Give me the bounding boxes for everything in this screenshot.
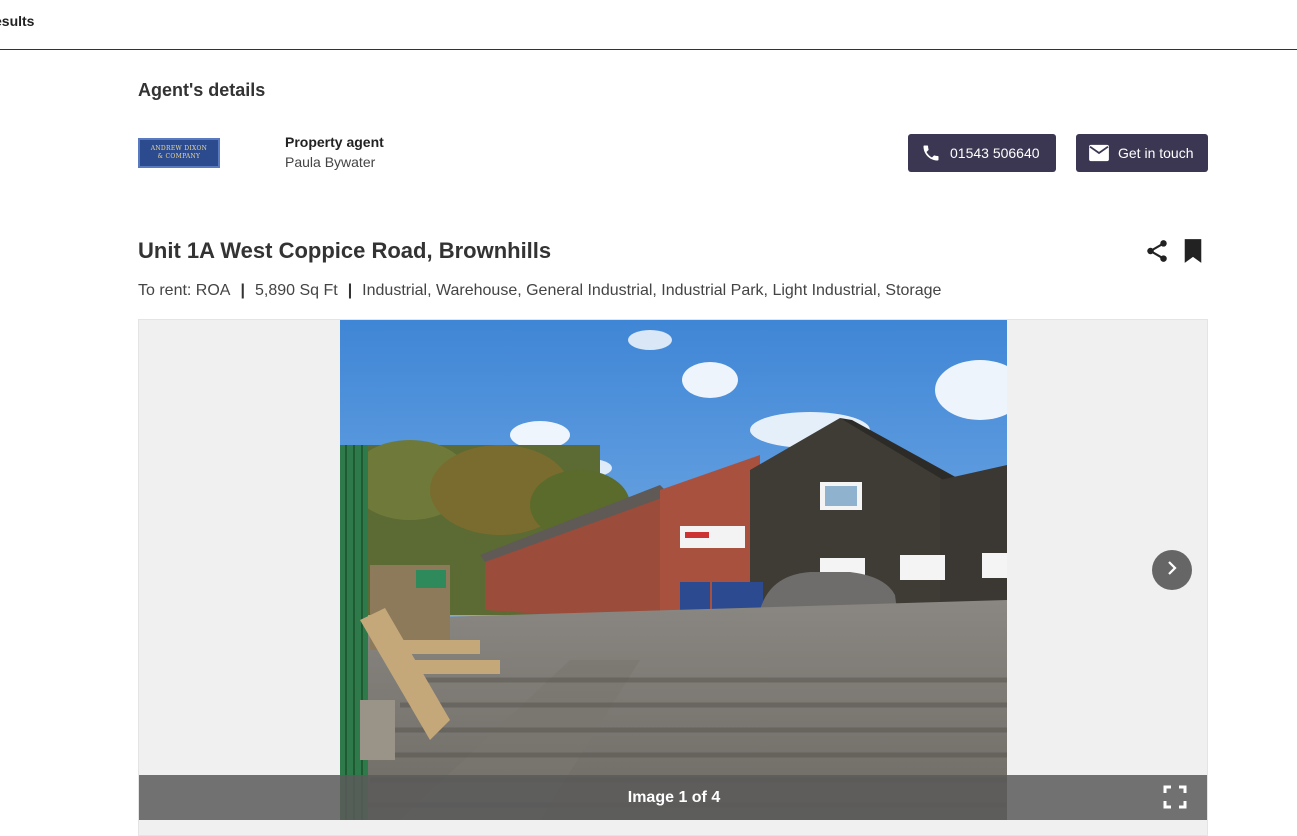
image-caption-bar: Image 1 of 4 xyxy=(139,775,1207,820)
listing-meta: To rent: ROA | 5,890 Sq Ft | Industrial,… xyxy=(138,282,941,300)
agent-name: Paula Bywater xyxy=(285,154,376,170)
fullscreen-icon[interactable] xyxy=(1163,785,1187,809)
image-gallery: Image 1 of 4 xyxy=(138,319,1208,836)
listing-price: To rent: ROA xyxy=(138,282,231,299)
get-in-touch-button[interactable]: Get in touch xyxy=(1076,134,1208,172)
chevron-right-icon xyxy=(1163,559,1181,582)
agent-logo[interactable]: ANDREW DIXON & COMPANY xyxy=(138,138,220,168)
listing-types: Industrial, Warehouse, General Industria… xyxy=(362,282,942,299)
top-bar: esults xyxy=(0,0,1297,50)
agent-role: Property agent xyxy=(285,134,384,150)
image-counter: Image 1 of 4 xyxy=(627,788,721,806)
meta-separator: | xyxy=(347,282,353,299)
next-image-button[interactable] xyxy=(1152,550,1192,590)
listing-title: Unit 1A West Coppice Road, Brownhills xyxy=(138,238,552,263)
get-in-touch-label: Get in touch xyxy=(1118,145,1194,161)
back-to-results-link[interactable]: esults xyxy=(0,13,34,29)
mail-icon xyxy=(1088,142,1110,164)
meta-separator: | xyxy=(240,282,245,299)
call-agent-label: 01543 506640 xyxy=(950,145,1040,161)
phone-icon xyxy=(920,142,942,164)
agent-details-heading: Agent's details xyxy=(138,80,266,100)
call-agent-button[interactable]: 01543 506640 xyxy=(908,134,1056,172)
agent-logo-line2: & COMPANY xyxy=(157,153,201,160)
listing-size: 5,890 Sq Ft xyxy=(254,282,338,299)
share-icon[interactable] xyxy=(1144,238,1170,264)
bookmark-icon[interactable] xyxy=(1182,238,1204,264)
agent-logo-line1: ANDREW DIXON xyxy=(150,145,208,152)
property-photo[interactable] xyxy=(340,320,1007,820)
